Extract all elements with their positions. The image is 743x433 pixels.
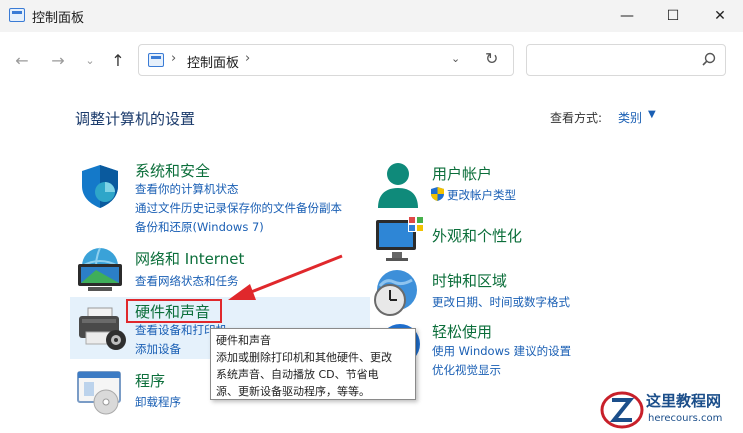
link-uninstall-program[interactable]: 卸载程序 — [135, 394, 181, 410]
appearance-icon[interactable] — [374, 216, 424, 262]
view-by-label: 查看方式: — [550, 111, 603, 125]
watermark-logo-icon — [600, 391, 644, 429]
category-appearance-personalization[interactable]: 外观和个性化 — [432, 225, 522, 246]
category-system-security[interactable]: 系统和安全 — [135, 160, 210, 181]
minimize-button[interactable]: — — [604, 0, 650, 32]
close-button[interactable]: ✕ — [697, 0, 743, 32]
annotation-arrow — [228, 254, 343, 300]
link-windows-recommended-settings[interactable]: 使用 Windows 建议的设置 — [432, 343, 571, 359]
category-clock-region[interactable]: 时钟和区域 — [432, 270, 507, 291]
programs-icon[interactable] — [76, 370, 124, 416]
control-panel-icon — [148, 53, 164, 67]
tooltip-line: 系统声音、自动播放 CD、节省电 — [216, 368, 379, 381]
search-icon[interactable] — [701, 51, 717, 67]
link-add-device[interactable]: 添加设备 — [135, 341, 181, 357]
link-change-date-time-format[interactable]: 更改日期、时间或数字格式 — [432, 294, 570, 310]
address-dropdown[interactable]: ⌄ — [451, 52, 460, 65]
link-file-history[interactable]: 通过文件历史记录保存你的文件备份副本 — [135, 200, 342, 216]
uac-shield-icon — [431, 187, 444, 201]
maximize-button[interactable]: ☐ — [650, 0, 696, 32]
watermark-url: herecours.com — [648, 413, 723, 424]
window-title: 控制面板 — [32, 11, 85, 26]
page-title: 调整计算机的设置 — [75, 110, 196, 128]
link-backup-restore[interactable]: 备份和还原(Windows 7) — [135, 219, 264, 235]
breadcrumb-separator[interactable]: › — [245, 51, 250, 66]
link-optimize-visual-display[interactable]: 优化视觉显示 — [432, 362, 501, 378]
shield-icon[interactable] — [76, 162, 124, 210]
refresh-button[interactable]: ↻ — [485, 49, 498, 68]
category-hardware-sound[interactable]: 硬件和声音 — [135, 301, 210, 322]
user-icon[interactable] — [376, 160, 420, 210]
site-watermark: 这里教程网 herecours.com — [596, 388, 743, 433]
search-input[interactable] — [526, 44, 726, 76]
forward-button[interactable]: → — [46, 48, 70, 72]
printer-icon[interactable] — [76, 304, 126, 352]
control-panel-icon — [9, 8, 25, 22]
view-by-dropdown[interactable]: 类别 — [618, 109, 642, 126]
hardware-sound-tooltip: 硬件和声音 添加或删除打印机和其他硬件、更改 系统声音、自动播放 CD、节省电 … — [210, 328, 416, 400]
tooltip-line: 添加或删除打印机和其他硬件、更改 — [216, 351, 392, 364]
tooltip-line: 源、更新设备驱动程序，等等。 — [216, 385, 370, 398]
category-ease-of-access[interactable]: 轻松使用 — [432, 321, 492, 342]
recent-locations-dropdown[interactable]: ⌄ — [78, 48, 102, 72]
up-button[interactable]: ↑ — [106, 48, 130, 72]
category-user-accounts[interactable]: 用户帐户 — [432, 163, 492, 184]
link-view-computer-status[interactable]: 查看你的计算机状态 — [135, 181, 239, 197]
link-change-account-type[interactable]: 更改帐户类型 — [447, 187, 516, 203]
clock-icon[interactable] — [372, 268, 422, 318]
title-bar: 控制面板 — ☐ ✕ — [0, 0, 743, 32]
watermark-title: 这里教程网 — [646, 392, 722, 410]
back-button[interactable]: ← — [10, 48, 34, 72]
breadcrumb-control-panel[interactable]: 控制面板 — [187, 52, 239, 71]
category-programs[interactable]: 程序 — [135, 370, 165, 391]
tooltip-title: 硬件和声音 — [216, 334, 271, 347]
network-icon[interactable] — [74, 246, 126, 294]
address-bar[interactable]: › 控制面板 › ⌄ ↻ — [138, 44, 514, 76]
caret-down-icon[interactable]: ▼ — [648, 109, 656, 120]
navigation-bar: ← → ⌄ ↑ › 控制面板 › ⌄ ↻ — [0, 32, 743, 90]
breadcrumb-separator[interactable]: › — [171, 51, 176, 66]
